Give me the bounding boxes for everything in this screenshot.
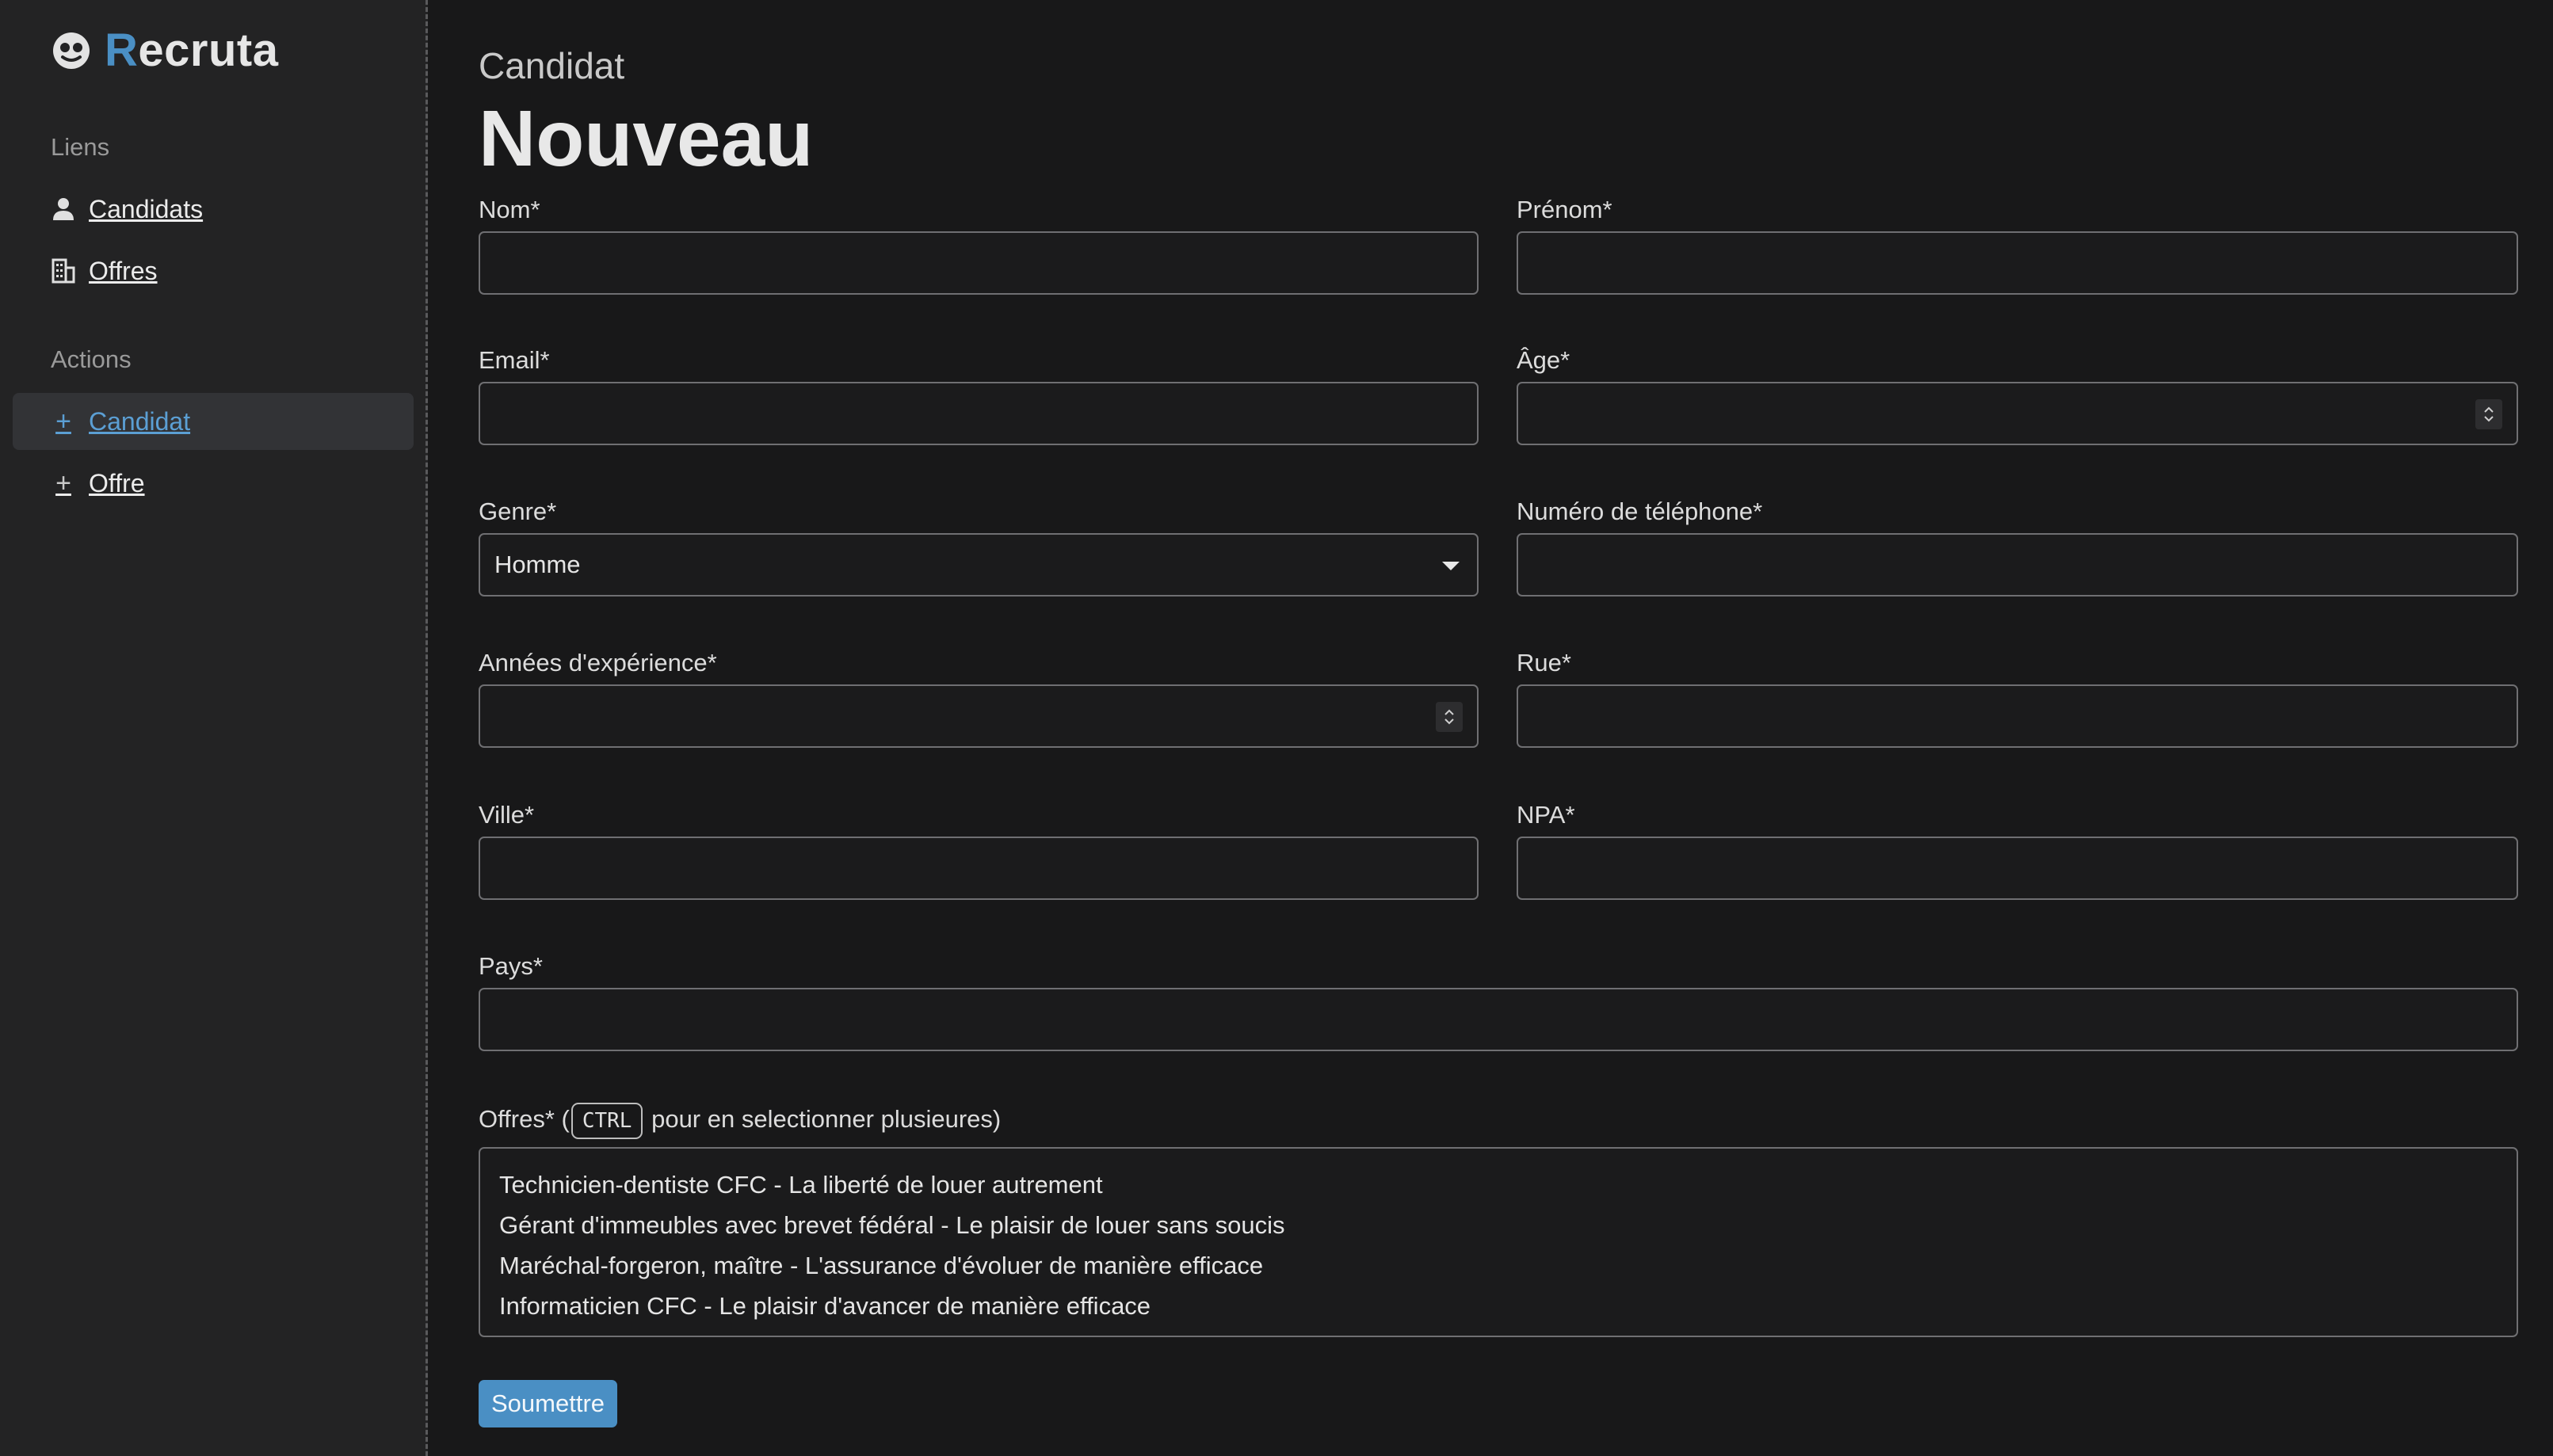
offres-field-group: Offres* (CTRL pour en selectionner plusi… [479,1101,2518,1337]
brand-logo[interactable]: Recruta [51,24,278,77]
telephone-label: Numéro de téléphone* [1517,497,1763,525]
sidebar-item-label: Offre [89,468,145,497]
experience-input[interactable] [479,684,1479,748]
pays-label: Pays* [479,952,543,980]
rue-input[interactable] [1517,684,2518,748]
smiley-logo-icon [53,32,90,69]
genre-select[interactable]: Homme [479,533,1479,597]
genre-selected-value: Homme [494,551,581,578]
links-section-title: Liens [51,133,110,161]
ville-label: Ville* [479,801,535,829]
sidebar-item-new-offre[interactable]: + Offre [13,455,414,512]
npa-input[interactable] [1517,837,2518,900]
person-icon [51,196,76,222]
page-title: Nouveau [479,94,814,183]
number-spinner-icon[interactable] [2475,399,2502,429]
ville-input[interactable] [479,837,1479,900]
telephone-field-group: Numéro de téléphone* [1517,497,2518,597]
sidebar-item-candidats[interactable]: Candidats [13,181,414,238]
email-input[interactable] [479,382,1479,445]
sidebar-item-label: Offres [89,256,158,285]
prenom-field-group: Prénom* [1517,195,2518,295]
page-subtitle: Candidat [479,45,625,86]
building-icon [51,258,76,284]
genre-label: Genre* [479,497,557,525]
sidebar: Recruta Liens Candidats Offres Actions +… [0,0,428,1456]
submit-button[interactable]: Soumettre [479,1380,618,1427]
experience-field-group: Années d'expérience* [479,648,1479,748]
number-spinner-icon[interactable] [1436,702,1463,732]
offre-option[interactable]: Maréchal-forgeron, maître - L'assurance … [499,1245,2498,1286]
ville-field-group: Ville* [479,800,1479,900]
nom-label: Nom* [479,196,540,223]
sidebar-item-label: Candidat [89,406,191,436]
age-input[interactable] [1517,382,2518,445]
rue-field-group: Rue* [1517,648,2518,748]
brand-name: Recruta [105,25,279,76]
email-label: Email* [479,346,550,374]
offres-label: Offres* (CTRL pour en selectionner plusi… [479,1101,2518,1139]
nom-field-group: Nom* [479,195,1479,295]
pays-input[interactable] [479,988,2518,1051]
offre-option[interactable]: Technicien-dentiste CFC - La liberté de … [499,1164,2498,1205]
offre-option[interactable]: Informaticien CFC - Le plaisir d'avancer… [499,1286,2498,1326]
nom-input[interactable] [479,231,1479,295]
offres-multiselect[interactable]: Technicien-dentiste CFC - La liberté de … [479,1147,2518,1337]
age-label: Âge* [1517,346,1570,374]
email-field-group: Email* [479,345,1479,445]
plus-icon: + [55,406,71,436]
offre-option[interactable]: Gérant d'immeubles avec brevet fédéral -… [499,1205,2498,1245]
experience-label: Années d'expérience* [479,649,717,677]
sidebar-item-new-candidat[interactable]: + Candidat [13,393,414,450]
prenom-label: Prénom* [1517,196,1612,223]
sidebar-item-offres[interactable]: Offres [13,242,414,299]
age-field-group: Âge* [1517,345,2518,445]
telephone-input[interactable] [1517,533,2518,597]
caret-down-icon [1442,562,1460,570]
genre-field-group: Genre* Homme [479,497,1479,597]
npa-field-group: NPA* [1517,800,2518,900]
pays-field-group: Pays* [479,951,2518,1051]
prenom-input[interactable] [1517,231,2518,295]
actions-section-title: Actions [51,345,132,373]
ctrl-key-hint: CTRL [571,1102,643,1139]
npa-label: NPA* [1517,801,1575,829]
plus-icon: + [55,467,71,498]
sidebar-item-label: Candidats [89,194,204,223]
rue-label: Rue* [1517,649,1571,677]
